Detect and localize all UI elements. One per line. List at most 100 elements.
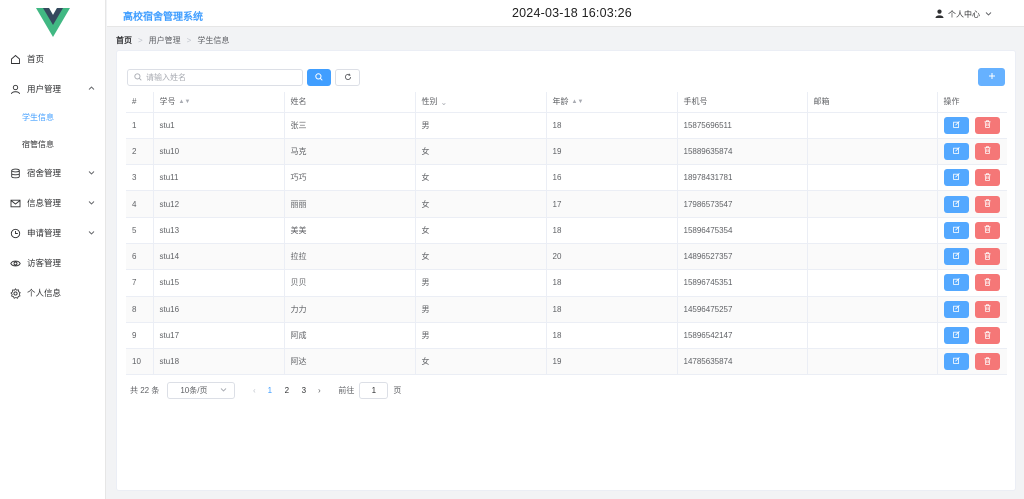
pagination-total: 共 22 条: [130, 386, 160, 395]
sidebar-item-label: 访客管理: [27, 258, 62, 268]
sidebar-item-user-management[interactable]: 用户管理: [0, 74, 105, 104]
edit-button[interactable]: [943, 221, 969, 239]
search-icon: [315, 72, 323, 83]
cell-student-id: stu10: [153, 138, 285, 166]
cell-index: 6: [126, 243, 154, 271]
page-number[interactable]: 2: [278, 386, 295, 395]
row-actions: [943, 195, 1008, 213]
page-number[interactable]: 3: [295, 386, 312, 395]
row-actions: [943, 116, 1008, 134]
sidebar-item-visitor-management[interactable]: 访客管理: [0, 248, 105, 278]
sidebar-item-personal-info[interactable]: 个人信息: [0, 278, 105, 308]
cell-email: [807, 243, 938, 271]
vue-logo: [0, 0, 105, 44]
user-center-label: 个人中心: [948, 10, 980, 19]
table-row: 3 stu11 巧巧女 16 18978431781: [126, 164, 1008, 192]
edit-button[interactable]: [943, 195, 969, 213]
sort-icon[interactable]: ▲▼: [572, 99, 584, 105]
edit-button[interactable]: [943, 353, 969, 371]
delete-button[interactable]: [974, 327, 1000, 345]
breadcrumb-home[interactable]: 首页: [116, 35, 132, 46]
row-actions: [943, 169, 1008, 187]
sidebar-item-label: 个人信息: [27, 288, 62, 298]
goto-page-input[interactable]: [359, 382, 389, 399]
edit-button[interactable]: [943, 248, 969, 266]
student-info-card: # 学号▲▼ 姓名 性别⌄ 年龄▲▼ 手机号 邮箱 操作 1stu1张三男181…: [116, 50, 1016, 491]
delete-button[interactable]: [974, 169, 1000, 187]
filter-chevron-icon[interactable]: ⌄: [441, 98, 448, 107]
add-student-button[interactable]: [978, 68, 1005, 86]
cell-gender: 男: [415, 322, 547, 350]
chevron-down-icon: [88, 198, 95, 208]
search-input[interactable]: [146, 73, 286, 82]
chevron-down-icon: [985, 10, 996, 19]
cell-name: 力力: [284, 296, 416, 323]
page-size-select[interactable]: 10条/页: [167, 382, 236, 399]
cell-age: 18: [546, 296, 678, 323]
cell-age: 18: [546, 322, 678, 350]
cell-actions: [937, 296, 1007, 323]
page-number[interactable]: 1: [261, 386, 278, 395]
search-icon: [134, 72, 142, 83]
table-row: 7 stu15 贝贝男 18 15896745351: [126, 269, 1008, 297]
delete-button[interactable]: [974, 142, 1000, 160]
trash-icon: [984, 330, 991, 341]
sidebar-subitem-label: 宿管信息: [22, 140, 54, 149]
column-header-gender[interactable]: 性别 ⌄: [415, 92, 547, 113]
cell-email: [807, 190, 938, 218]
delete-button[interactable]: [974, 221, 1000, 239]
edit-button[interactable]: [943, 116, 969, 134]
reset-button[interactable]: [335, 69, 360, 86]
edit-button[interactable]: [943, 142, 969, 160]
cell-actions: [937, 217, 1007, 244]
edit-icon: [952, 304, 960, 314]
column-header-email: 邮箱: [807, 92, 938, 113]
column-header-age[interactable]: 年龄 ▲▼: [546, 92, 678, 113]
user-center-dropdown[interactable]: 个人中心: [935, 9, 996, 20]
message-icon: [10, 198, 21, 209]
cell-student-id: stu18: [153, 348, 285, 376]
sidebar: 首页 用户管理 学生信息 宿管信息 宿舍管理 信息管理 申请管理 访客管理 个人…: [0, 0, 106, 499]
sidebar-item-info-management[interactable]: 信息管理: [0, 188, 105, 218]
column-header-student-id[interactable]: 学号 ▲▼: [153, 92, 285, 113]
delete-button[interactable]: [974, 353, 1000, 371]
cell-email: [807, 164, 938, 192]
edit-button[interactable]: [943, 327, 969, 345]
sidebar-item-dorm-management[interactable]: 宿舍管理: [0, 158, 105, 188]
delete-button[interactable]: [974, 248, 1000, 266]
database-icon: [10, 168, 21, 179]
cell-phone: 15896475354: [677, 217, 808, 244]
cell-phone: 17986573547: [677, 190, 808, 218]
chevron-down-icon: [88, 228, 95, 238]
edit-button[interactable]: [943, 169, 969, 187]
delete-button[interactable]: [974, 116, 1000, 134]
next-page-icon[interactable]: ›: [312, 386, 326, 395]
cell-age: 19: [546, 348, 678, 376]
cell-name: 阿成: [284, 322, 416, 350]
prev-page-icon[interactable]: ‹: [247, 386, 261, 395]
cell-email: [807, 322, 938, 350]
edit-button[interactable]: [943, 274, 969, 292]
sidebar-item-application-management[interactable]: 申请管理: [0, 218, 105, 248]
sidebar-item-label: 信息管理: [27, 198, 62, 208]
delete-button[interactable]: [974, 195, 1000, 213]
cell-index: 2: [126, 138, 154, 166]
sidebar-item-home[interactable]: 首页: [0, 44, 105, 74]
cell-gender: 女: [415, 138, 547, 166]
search-button[interactable]: [307, 69, 331, 86]
sidebar-item-label: 申请管理: [27, 228, 62, 238]
page-size-value: 10条/页: [180, 386, 208, 395]
cell-student-id: stu17: [153, 322, 285, 350]
edit-icon: [952, 252, 960, 261]
delete-button[interactable]: [974, 274, 1000, 292]
cell-phone: 14785635874: [677, 348, 808, 376]
edit-button[interactable]: [943, 300, 969, 318]
sidebar-subitem-dorm-manager-info[interactable]: 宿管信息: [0, 131, 105, 158]
delete-button[interactable]: [974, 300, 1000, 318]
row-actions: [943, 274, 1008, 292]
column-header-index: #: [126, 92, 154, 113]
sidebar-subitem-student-info[interactable]: 学生信息: [0, 104, 105, 131]
cell-name: 美美: [284, 217, 416, 244]
sort-icon[interactable]: ▲▼: [179, 99, 191, 105]
cell-actions: [937, 243, 1007, 271]
